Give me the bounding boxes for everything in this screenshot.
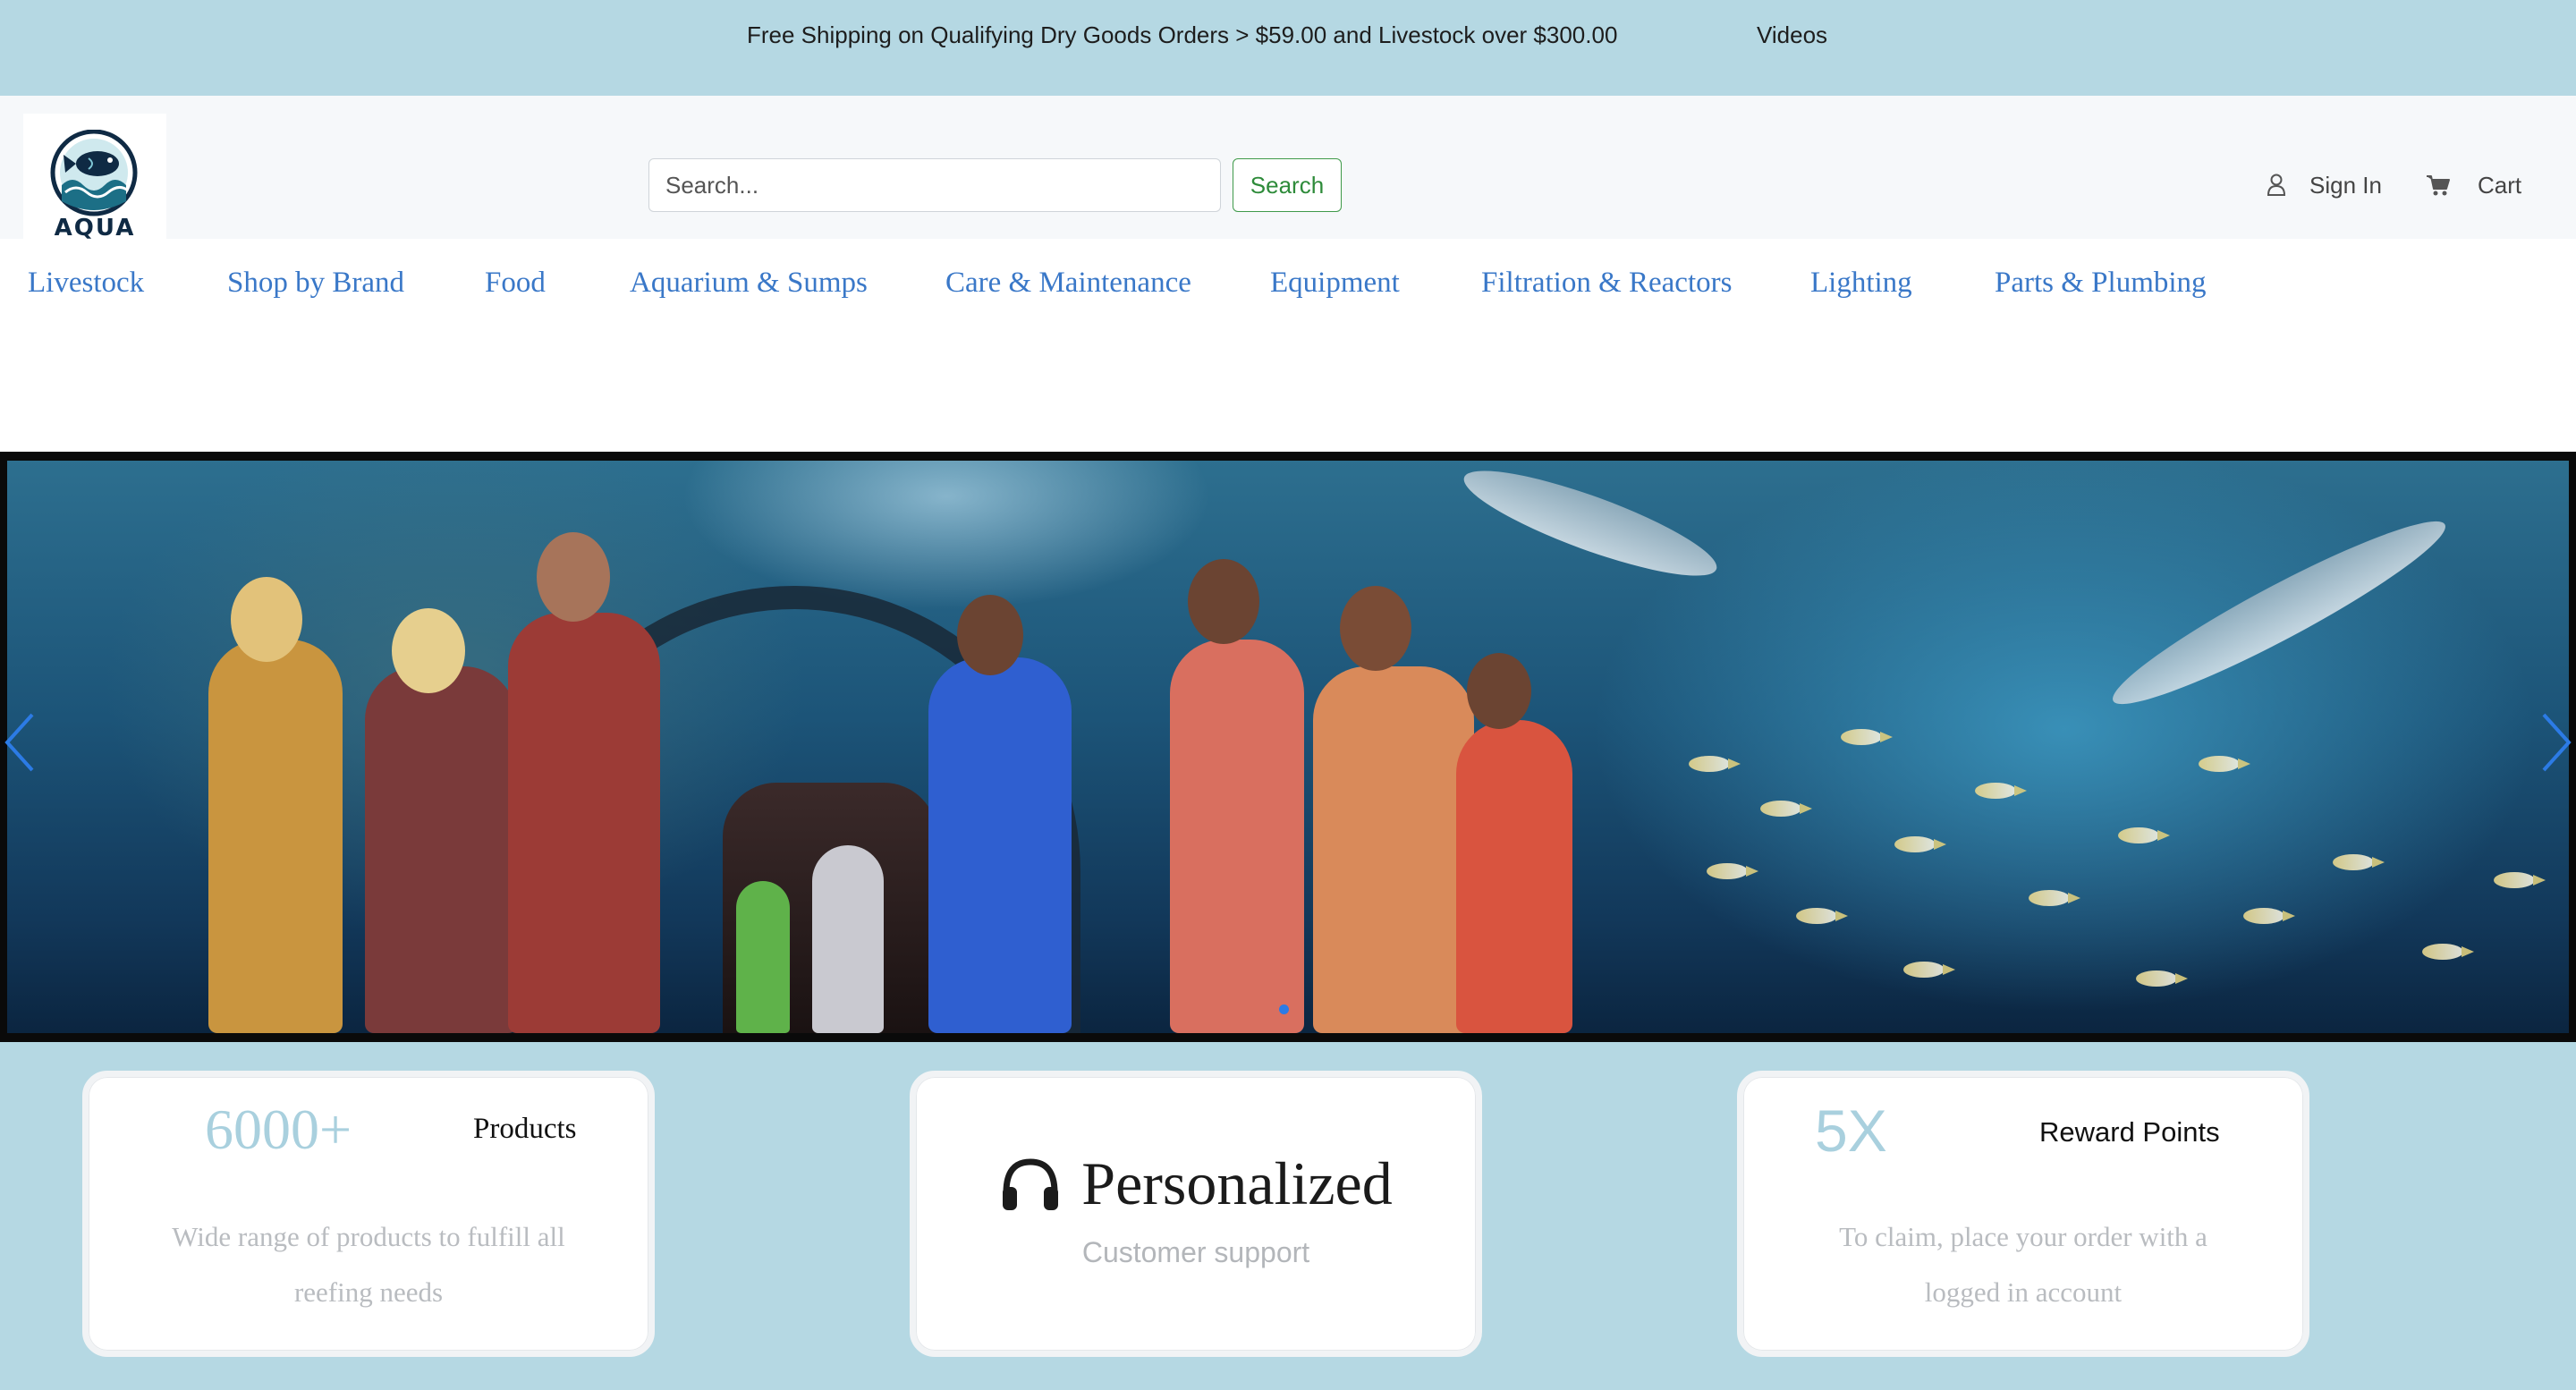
shark-shape [2100, 500, 2458, 725]
visitor-head [1188, 559, 1259, 644]
features-section: 6000+ Products Wide range of products to… [0, 1042, 2576, 1390]
search-input[interactable] [648, 158, 1221, 212]
feature-subtitle: Customer support [1081, 1236, 1310, 1268]
nav-lighting[interactable]: Lighting [1810, 267, 1912, 300]
fish-shape [1903, 962, 1955, 978]
aqua-logo[interactable]: AQUA [23, 114, 166, 257]
nav-food[interactable]: Food [485, 267, 546, 300]
cart-label: Cart [2478, 171, 2522, 199]
visitor-head [1467, 653, 1531, 729]
nav-parts-plumbing[interactable]: Parts & Plumbing [1995, 267, 2207, 300]
fish-shape [1894, 836, 1946, 852]
slider-dot-active[interactable] [1279, 1004, 1289, 1014]
fish-shape [2422, 944, 2474, 960]
nav-aquarium-sumps[interactable]: Aquarium & Sumps [630, 267, 868, 300]
hero-image-aquarium-tunnel [7, 461, 2569, 1033]
feature-value: 6000+ [205, 1098, 352, 1161]
visitor-figure [812, 845, 884, 1033]
feature-description: Wide range of products to fulfill all re… [172, 1221, 565, 1308]
slider-next-button[interactable] [2538, 711, 2574, 774]
chevron-left-icon [4, 713, 34, 772]
chevron-right-icon [2542, 713, 2572, 772]
feature-heading-row: Personalized [916, 1148, 1476, 1219]
feature-label: Products [473, 1113, 577, 1145]
search-button[interactable]: Search [1233, 158, 1342, 212]
feature-value: 5X [1815, 1098, 1887, 1164]
feature-card-products: 6000+ Products Wide range of products to… [82, 1071, 655, 1357]
visitor-figure [508, 613, 660, 1033]
shipping-notice: Free Shipping on Qualifying Dry Goods Or… [747, 21, 1618, 48]
nav-livestock[interactable]: Livestock [28, 267, 144, 300]
nav-filtration-reactors[interactable]: Filtration & Reactors [1481, 267, 1732, 300]
shark-shape [1454, 461, 1726, 595]
cart-link[interactable]: Cart [2426, 165, 2521, 205]
headphones-icon [1003, 1157, 1059, 1210]
nav-equipment[interactable]: Equipment [1270, 267, 1400, 300]
slider-prev-button[interactable] [2, 711, 38, 774]
videos-link[interactable]: Videos [1757, 21, 1827, 49]
visitor-figure [1170, 640, 1304, 1033]
fish-shape [1796, 908, 1848, 924]
visitor-head [392, 608, 465, 693]
fish-shape [2333, 854, 2385, 870]
cart-icon [2427, 175, 2450, 196]
fish-shape [2136, 970, 2188, 987]
visitor-figure [736, 881, 790, 1033]
fish-wave-logo-icon [50, 130, 138, 216]
fish-shape [1760, 801, 1812, 817]
visitor-head [537, 532, 610, 622]
feature-title: Personalized [1081, 1149, 1393, 1217]
nav-shop-by-brand[interactable]: Shop by Brand [227, 267, 404, 300]
sign-in-link[interactable]: Sign In [2267, 165, 2382, 205]
logo-wordmark: AQUA [54, 215, 136, 242]
nav-care-maintenance[interactable]: Care & Maintenance [945, 267, 1191, 300]
fish-shape [1841, 729, 1893, 745]
site-header: AQUA Search Sign In Cart [0, 96, 2576, 257]
visitor-figure [1313, 666, 1474, 1033]
visitor-head [957, 595, 1023, 675]
visitor-figure [928, 657, 1072, 1033]
fish-shape [1707, 863, 1758, 879]
fish-shape [2243, 908, 2295, 924]
feature-label: Reward Points [2039, 1116, 2220, 1148]
user-icon [2267, 174, 2286, 196]
fish-shape [2029, 890, 2080, 906]
feature-card-support: Personalized Customer support [910, 1071, 1482, 1357]
feature-card-rewards: 5X Reward Points To claim, place your or… [1737, 1071, 2309, 1357]
visitor-head [231, 577, 302, 662]
fish-shape [1689, 756, 1741, 772]
fish-shape [1975, 783, 2027, 799]
fish-shape [2199, 756, 2250, 772]
fish-shape [2118, 827, 2170, 843]
visitor-figure [1456, 720, 1572, 1033]
sign-in-label: Sign In [2309, 171, 2382, 199]
fish-shape [2494, 872, 2546, 888]
visitor-figure [365, 666, 517, 1033]
hero-slider [0, 452, 2576, 1042]
visitor-figure [208, 640, 343, 1033]
announcement-bar: Free Shipping on Qualifying Dry Goods Or… [0, 0, 2576, 96]
main-nav: Livestock Shop by Brand Food Aquarium & … [0, 259, 2576, 313]
feature-description: To claim, place your order with a logged… [1839, 1221, 2207, 1308]
visitor-head [1340, 586, 1411, 671]
